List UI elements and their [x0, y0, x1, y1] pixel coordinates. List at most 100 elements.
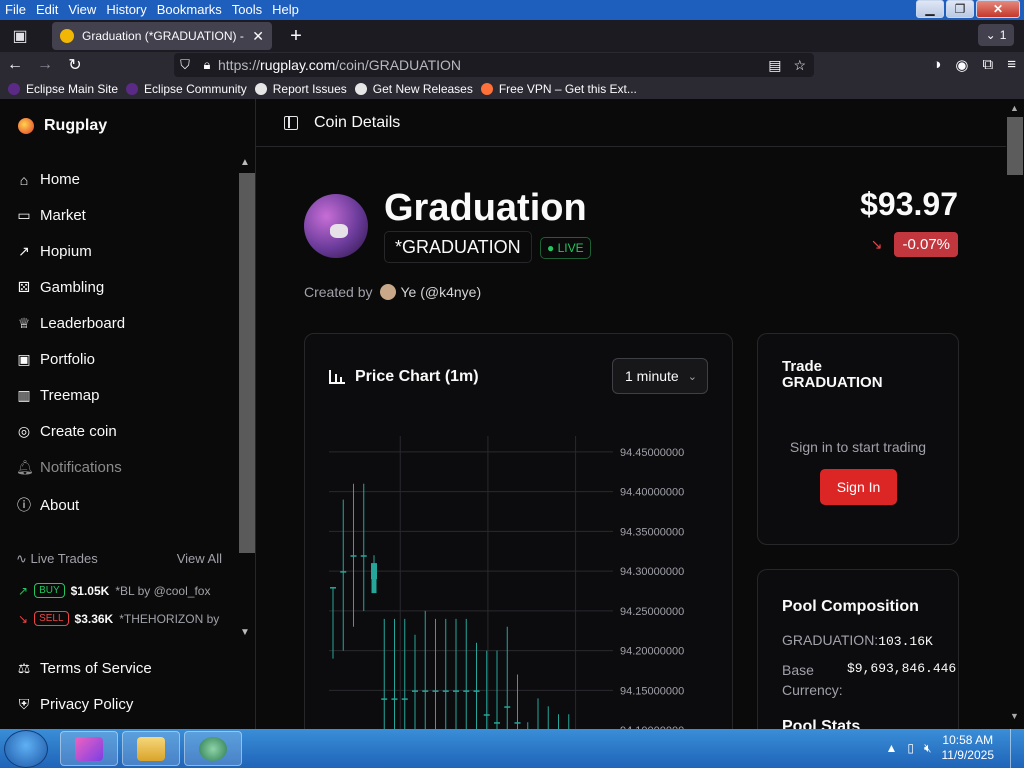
bookmark-new-releases[interactable]: Get New Releases	[354, 82, 473, 96]
trade-desc: *THEHORIZON by	[119, 611, 220, 626]
live-trades-header: ∿ Live Trades View All	[16, 551, 222, 567]
browser-tab-active[interactable]: Graduation (*GRADUATION) - R ✕	[52, 22, 272, 50]
back-icon[interactable]: ←	[0, 56, 30, 74]
taskbar-app[interactable]	[184, 731, 242, 766]
volume-muted-icon[interactable]: 🔇︎	[924, 741, 932, 756]
clock[interactable]: 10:58 AM 11/9/2025	[942, 733, 995, 763]
tracking-protection-icon[interactable]: ⛉	[174, 57, 196, 73]
scroll-up-icon[interactable]: ▲	[1010, 103, 1019, 113]
trend-down-icon: ↘	[18, 611, 29, 626]
taskbar-explorer[interactable]	[122, 731, 180, 766]
sidebar-item-gambling[interactable]: ⚄ Gambling	[16, 279, 104, 296]
menu-view[interactable]: View	[63, 0, 101, 20]
page-scroll-thumb[interactable]	[1007, 117, 1023, 175]
menu-file[interactable]: File	[0, 0, 31, 20]
sidebar-item-terms[interactable]: ⚖ Terms of Service	[16, 660, 152, 677]
price-change: ↘ -0.07%	[871, 232, 958, 257]
url-bar[interactable]: ⛉ 🔒︎ https://rugplay.com/coin/GRADUATION…	[174, 53, 814, 77]
y-tick-label: 94.20000000	[620, 646, 684, 658]
minimize-button[interactable]: ▁	[916, 0, 944, 18]
bookmark-report-issues[interactable]: Report Issues	[254, 82, 347, 96]
trade-desc: *BL by @cool_fox	[115, 583, 211, 598]
chart-title: Price Chart (1m)	[329, 368, 479, 386]
menu-edit[interactable]: Edit	[31, 0, 63, 20]
creator-link[interactable]: Ye (@k4nye)	[400, 284, 481, 300]
menu-bookmarks[interactable]: Bookmarks	[152, 0, 227, 20]
candle-body	[442, 690, 449, 692]
menu-tools[interactable]: Tools	[227, 0, 267, 20]
price-chart-card: Price Chart (1m) 1 minute ⌄ 94.45000000 9…	[304, 333, 733, 729]
network-icon[interactable]: ▯	[907, 741, 914, 755]
sign-in-button[interactable]: Sign In	[820, 469, 897, 505]
firefox-icon	[480, 82, 493, 95]
interval-select[interactable]: 1 minute ⌄	[612, 358, 708, 394]
candle-body	[432, 690, 439, 692]
forward-icon[interactable]: →	[30, 56, 60, 74]
briefcase-icon: ▣	[17, 351, 31, 367]
sidebar-item-leaderboard[interactable]: ♕ Leaderboard	[16, 315, 125, 332]
show-desktop-button[interactable]	[1010, 729, 1024, 768]
bookmark-eclipse-community[interactable]: Eclipse Community	[126, 82, 247, 96]
menu-history[interactable]: History	[101, 0, 151, 20]
sidebar-item-about[interactable]: ⓘ About	[16, 495, 79, 515]
sidebar-toggle-icon[interactable]	[284, 115, 298, 130]
candle-body	[360, 555, 367, 557]
url-text[interactable]: https://rugplay.com/coin/GRADUATION	[218, 57, 461, 73]
page-header: Coin Details	[256, 99, 1006, 147]
brand-name: Rugplay	[44, 117, 108, 134]
live-trades-title[interactable]: ∿ Live Trades	[16, 551, 98, 567]
bookmark-free-vpn[interactable]: Free VPN – Get this Ext...	[480, 82, 637, 96]
bookmarks-bar: Eclipse Main Site Eclipse Community Repo…	[0, 78, 1024, 99]
bookmark-eclipse-main[interactable]: Eclipse Main Site	[8, 82, 118, 96]
scroll-up-icon[interactable]: ▲	[240, 157, 250, 168]
trade-item[interactable]: ↘ SELL $3.36K *THEHORIZON by	[18, 611, 228, 626]
rugplay-logo-icon	[18, 118, 34, 134]
y-tick-label: 94.35000000	[620, 526, 684, 538]
menu-help[interactable]: Help	[267, 0, 304, 20]
pool-base-label: Base Currency:	[782, 662, 843, 698]
signin-message: Sign in to start trading	[789, 439, 927, 455]
bookmark-star-icon[interactable]: ☆	[793, 57, 806, 74]
sidebar-item-portfolio[interactable]: ▣ Portfolio	[16, 351, 95, 368]
scroll-down-icon[interactable]: ▼	[240, 627, 250, 638]
sidebar-item-privacy[interactable]: ⛨ Privacy Policy	[16, 696, 134, 713]
candle-body	[340, 571, 347, 573]
sidebar-scrollbar[interactable]: ▲ ▼	[238, 157, 255, 641]
sidebar-item-hopium[interactable]: ↗ Hopium	[16, 243, 92, 260]
sidebar-item-home[interactable]: ⌂ Home	[16, 171, 80, 188]
trade-item[interactable]: ↗ BUY $1.05K *BL by @cool_fox	[18, 583, 228, 598]
reader-view-icon[interactable]: ▤	[768, 57, 781, 74]
candle-body	[453, 690, 459, 692]
firefox-view-icon[interactable]: ▣	[6, 24, 34, 48]
sidebar-item-treemap[interactable]: ▥ Treemap	[16, 387, 99, 404]
lock-icon[interactable]: 🔒︎	[196, 57, 218, 73]
close-tab-icon[interactable]: ✕	[252, 28, 264, 45]
navigation-bar: ← → ↻ ⛉ 🔒︎ https://rugplay.com/coin/GRAD…	[0, 52, 1024, 78]
close-window-button[interactable]: ✕	[976, 0, 1020, 18]
start-button[interactable]	[4, 730, 48, 768]
sidebar-item-notifications[interactable]: 🔔︎ Notifications	[16, 459, 122, 476]
taskbar-browser[interactable]	[60, 731, 118, 766]
account-icon[interactable]: ◉	[955, 56, 968, 74]
shield-icon: ⛨	[18, 696, 30, 712]
price-chart[interactable]: 94.45000000 94.40000000 94.35000000 94.3000…	[325, 434, 725, 729]
brand-link[interactable]: Rugplay	[18, 117, 107, 135]
pool-title: Pool Composition	[782, 598, 919, 615]
candle-body	[381, 698, 388, 700]
scroll-down-icon[interactable]: ▼	[1010, 711, 1019, 721]
sidebar-item-create-coin[interactable]: ◎ Create coin	[16, 423, 117, 440]
reload-icon[interactable]: ↻	[60, 55, 90, 75]
new-tab-button[interactable]: +	[284, 25, 308, 48]
extension-color-icon[interactable]: ◑	[932, 56, 941, 74]
sidebar-item-market[interactable]: ▭ Market	[16, 207, 85, 224]
hamburger-menu-icon[interactable]: ≡	[1007, 56, 1016, 74]
pool-coin-value: 103.16K	[878, 634, 933, 649]
extensions-icon[interactable]: ⧉	[983, 56, 994, 74]
list-all-tabs-button[interactable]: ⌄ 1	[978, 24, 1014, 46]
sidebar-scroll-thumb[interactable]	[239, 173, 255, 553]
view-all-link[interactable]: View All	[177, 551, 222, 567]
maximize-button[interactable]: ❐	[946, 0, 974, 18]
page-scrollbar[interactable]: ▲ ▼	[1006, 99, 1024, 729]
tray-expand-icon[interactable]: ▲	[885, 741, 897, 755]
tab-count: 1	[999, 28, 1007, 42]
